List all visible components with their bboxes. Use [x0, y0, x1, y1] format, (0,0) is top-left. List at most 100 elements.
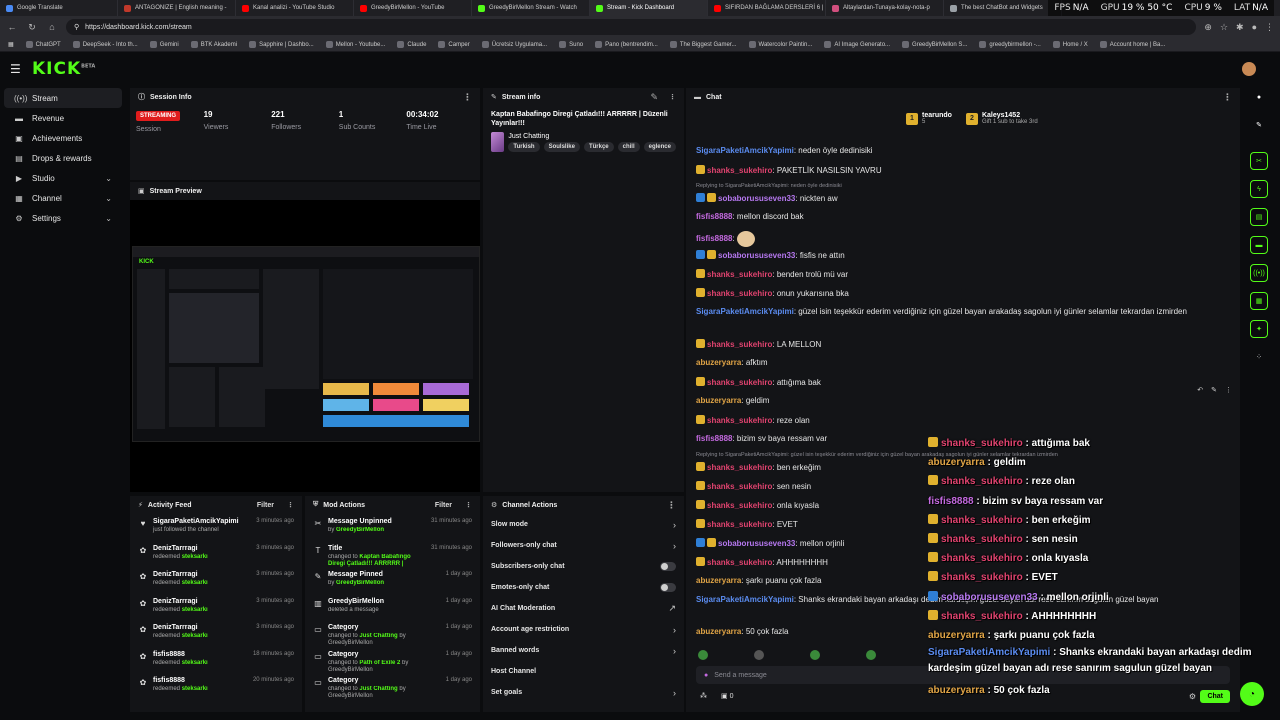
bookmark-item[interactable]: Mellon - Youtube...: [325, 41, 385, 48]
profile-icon[interactable]: ●: [1252, 22, 1257, 33]
stream-tag[interactable]: Turkish: [508, 141, 540, 152]
browser-tab[interactable]: Altaylardan-Tunaya-kolay-nota-p: [826, 0, 944, 16]
sidebar-item-settings[interactable]: ⚙ Settings ⌄: [4, 208, 122, 228]
gift-icon[interactable]: ▣ 0: [721, 692, 733, 700]
bookmark-item[interactable]: greedybirmellon -...: [979, 41, 1041, 48]
stream-tag[interactable]: chill: [617, 141, 640, 152]
stream-info-menu-icon[interactable]: ⋮: [669, 93, 676, 101]
chat-username[interactable]: sobaborususeven33: [718, 194, 795, 203]
channel-action-slow-mode[interactable]: Slow mode ›: [483, 514, 684, 535]
chat-username[interactable]: SigaraPaketiAmcikYapimi: [696, 307, 794, 316]
chat-username[interactable]: abuzeryarra: [696, 358, 741, 367]
chat-username[interactable]: sobaborususeven33: [718, 539, 795, 548]
activity-filter-button[interactable]: Filter: [257, 502, 274, 509]
emote-icon[interactable]: [810, 650, 820, 660]
bookmark-item[interactable]: Account home | Ba...: [1099, 41, 1165, 48]
sidebar-item-stream[interactable]: ((•)) Stream: [4, 88, 122, 108]
raid-icon[interactable]: ((•)): [1250, 264, 1268, 282]
browser-tab[interactable]: ANTAGONIZE | English meaning -: [118, 0, 236, 16]
apps-icon[interactable]: ⁘: [1250, 348, 1268, 366]
sidebar-item-studio[interactable]: ▶ Studio ⌄: [4, 168, 122, 188]
chat-message[interactable]: abuzeryarra: geldim: [696, 394, 1226, 413]
stream-info-edit-icon[interactable]: ✎: [650, 92, 658, 103]
activity-username[interactable]: DenizTarrragi: [153, 571, 251, 578]
activity-username[interactable]: SigaraPaketiAmcikYapimi: [153, 518, 251, 525]
chat-username[interactable]: SigaraPaketiAmcikYapimi: [696, 146, 794, 155]
bolt-icon[interactable]: ϟ: [1250, 180, 1268, 198]
edit-icon[interactable]: ✎: [1250, 116, 1268, 134]
chat-username[interactable]: abuzeryarra: [696, 576, 741, 585]
channel-action-emotes-only-chat[interactable]: Emotes-only chat: [483, 577, 684, 598]
channel-actions-menu-icon[interactable]: ⋮: [667, 500, 676, 511]
mic-icon[interactable]: ●: [704, 672, 708, 679]
chat-username[interactable]: sobaborususeven33: [718, 251, 795, 260]
chevron-down-icon[interactable]: ⌄: [105, 214, 112, 223]
chat-message[interactable]: shanks_sukehiro: reze olan: [696, 413, 1226, 432]
channel-action-banned-words[interactable]: Banned words ›: [483, 640, 684, 661]
more-icon[interactable]: ⋮: [1225, 386, 1232, 394]
site-info-icon[interactable]: ⚲: [74, 23, 79, 31]
bookmark-item[interactable]: AI Image Generato...: [824, 41, 890, 48]
chat-username[interactable]: SigaraPaketiAmcikYapimi: [696, 595, 794, 604]
bookmark-item[interactable]: Watercolor Paintin...: [748, 41, 812, 48]
emote-icon[interactable]: [754, 650, 764, 660]
bookmark-star-icon[interactable]: ☆: [1220, 22, 1228, 33]
session-menu-icon[interactable]: ⋮: [463, 92, 472, 103]
leaderboard-entry[interactable]: 1 tearundo 5: [906, 112, 952, 125]
browser-tab[interactable]: GreedyBirMellon - YouTube: [354, 0, 472, 16]
toggle-switch[interactable]: [660, 562, 676, 571]
stream-tag[interactable]: eglence: [643, 141, 676, 152]
mod-filter-button[interactable]: Filter: [435, 502, 452, 509]
wrench-icon[interactable]: ✦: [1250, 320, 1268, 338]
sidebar-item-revenue[interactable]: ▬ Revenue: [4, 108, 122, 128]
chat-message[interactable]: fisfis8888:: [696, 229, 1226, 248]
chat-message[interactable]: SigaraPaketiAmcikYapimi: güzel isin teşe…: [696, 305, 1226, 337]
home-icon[interactable]: ⌂: [46, 22, 58, 32]
browser-tab[interactable]: The best ChatBot and Widgets: [944, 0, 1062, 16]
chat-username[interactable]: shanks_sukehiro: [707, 558, 772, 567]
activity-username[interactable]: DenizTarrragi: [153, 598, 251, 605]
stream-tag[interactable]: Türkçe: [583, 141, 614, 152]
chat-username[interactable]: shanks_sukehiro: [707, 482, 772, 491]
chat-username[interactable]: shanks_sukehiro: [707, 166, 772, 175]
channel-action-subscribers-only-chat[interactable]: Subscribers-only chat: [483, 556, 684, 577]
help-chat-button[interactable]: ◔: [1240, 682, 1264, 706]
bookmark-item[interactable]: ChatGPT: [25, 41, 61, 48]
kick-logo[interactable]: KICKBETA: [32, 59, 95, 79]
chat-message[interactable]: sobaborususeven33: nickten aw: [696, 191, 1226, 210]
chevron-down-icon[interactable]: ⌄: [105, 194, 112, 203]
mod-menu-icon[interactable]: ⋮: [465, 501, 472, 509]
browser-tab[interactable]: Kanal analizi - YouTube Studio: [236, 0, 354, 16]
chat-username[interactable]: shanks_sukehiro: [707, 378, 772, 387]
emote-icon[interactable]: [698, 650, 708, 660]
chat-message[interactable]: abuzeryarra: afktım: [696, 356, 1226, 375]
channel-action-set-goals[interactable]: Set goals ›: [483, 682, 684, 703]
zoom-icon[interactable]: ⊕: [1204, 22, 1212, 33]
sidebar-item-achievements[interactable]: ▣ Achievements: [4, 128, 122, 148]
bookmark-item[interactable]: BTK Akademi: [190, 41, 237, 48]
apps-icon[interactable]: ▦: [8, 41, 14, 48]
chat-message[interactable]: shanks_sukehiro: attığıma bak: [696, 375, 1226, 394]
emote-icon[interactable]: [866, 650, 876, 660]
chat-menu-icon[interactable]: ⋮: [1223, 92, 1232, 103]
bookmark-item[interactable]: Pano (bentrendim...: [595, 41, 658, 48]
chat-username[interactable]: abuzeryarra: [696, 627, 741, 636]
chat-username[interactable]: shanks_sukehiro: [707, 501, 772, 510]
browser-tab[interactable]: Google Translate: [0, 0, 118, 16]
activity-menu-icon[interactable]: ⋮: [287, 501, 294, 509]
activity-username[interactable]: DenizTarrragi: [153, 545, 251, 552]
bookmark-item[interactable]: Sapphire | Dashbo...: [249, 41, 314, 48]
browser-tab[interactable]: GreedyBirMellon Stream - Watch: [472, 0, 590, 16]
menu-icon[interactable]: ⋮: [1265, 22, 1274, 33]
extensions-icon[interactable]: ✱: [1236, 22, 1244, 33]
bookmark-item[interactable]: The Biggest Gamer...: [669, 41, 737, 48]
activity-username[interactable]: DenizTarrragi: [153, 624, 251, 631]
sidebar-item-drops-rewards[interactable]: ▤ Drops & rewards: [4, 148, 122, 168]
calendar-icon[interactable]: ▦: [1250, 292, 1268, 310]
channel-action-account-age-restriction[interactable]: Account age restriction ›: [483, 619, 684, 640]
stream-tag[interactable]: Soulslike: [543, 141, 580, 152]
browser-tab[interactable]: Stream - Kick Dashboard: [590, 0, 708, 16]
chat-username[interactable]: fisfis8888: [696, 434, 732, 443]
bookmark-item[interactable]: Gemini: [149, 41, 179, 48]
url-field[interactable]: ⚲ https://dashboard.kick.com/stream: [66, 19, 1197, 35]
